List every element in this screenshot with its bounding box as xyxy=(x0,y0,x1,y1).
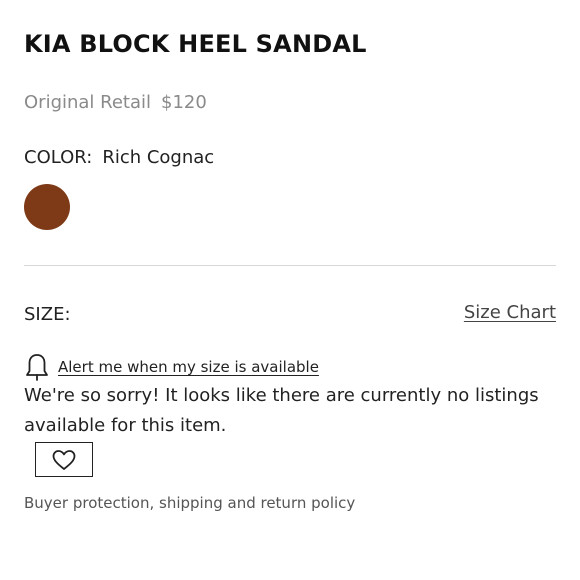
original-retail: Original Retail $120 xyxy=(24,92,207,113)
color-label: COLOR: xyxy=(24,147,93,168)
product-detail-panel: KIA BLOCK HEEL SANDAL Original Retail $12… xyxy=(24,0,556,580)
favorite-button[interactable] xyxy=(35,442,93,477)
color-row: COLOR: Rich Cognac xyxy=(24,147,214,168)
bell-icon xyxy=(24,352,50,382)
color-value: Rich Cognac xyxy=(102,147,215,168)
original-retail-label: Original Retail xyxy=(24,92,152,113)
size-chart-link[interactable]: Size Chart xyxy=(464,302,556,323)
divider xyxy=(24,265,556,266)
size-alert-text: Alert me when my size is available xyxy=(58,358,319,376)
color-swatch-rich-cognac[interactable] xyxy=(24,184,70,230)
size-alert-link[interactable]: Alert me when my size is available xyxy=(24,352,319,382)
original-retail-price: $120 xyxy=(161,92,207,113)
no-listings-message: We're so sorry! It looks like there are … xyxy=(24,385,539,436)
buyer-protection-policy-link[interactable]: Buyer protection, shipping and return po… xyxy=(24,494,355,512)
product-title: KIA BLOCK HEEL SANDAL xyxy=(24,30,367,58)
heart-icon xyxy=(51,449,77,471)
size-label: SIZE: xyxy=(24,304,71,325)
